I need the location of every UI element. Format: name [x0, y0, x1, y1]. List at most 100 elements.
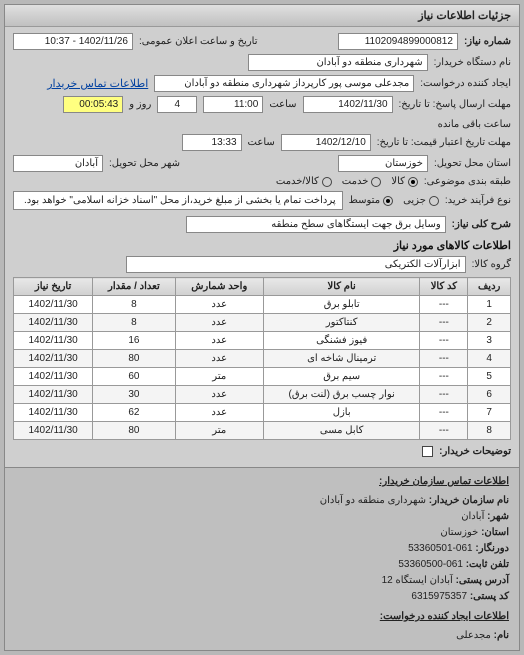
- cell-unit: عدد: [175, 314, 263, 332]
- cell-name: بازل: [263, 404, 419, 422]
- buyer-notes-checkbox[interactable]: [422, 446, 433, 457]
- ct-creator-name: مجدعلی: [456, 630, 491, 641]
- cell-n: 1: [468, 296, 511, 314]
- ct-org: شهرداری منطقه دو آبادان: [320, 495, 426, 506]
- cell-code: ---: [420, 296, 468, 314]
- cell-qty: 8: [93, 314, 175, 332]
- remain-time: 00:05:43: [63, 96, 123, 113]
- ct-postal-label: کد پستی:: [470, 591, 509, 602]
- goods-group-value: ابزارآلات الکتریکی: [126, 256, 466, 273]
- cell-date: 1402/11/30: [14, 296, 93, 314]
- table-row: 8---کابل مسیمتر801402/11/30: [14, 422, 511, 440]
- cell-qty: 80: [93, 350, 175, 368]
- table-row: 7---بازلعدد621402/11/30: [14, 404, 511, 422]
- remain-days-label: روز و: [129, 99, 151, 110]
- class-label: طبقه بندی موضوعی:: [424, 176, 511, 187]
- cell-qty: 30: [93, 386, 175, 404]
- cell-code: ---: [420, 386, 468, 404]
- cell-code: ---: [420, 368, 468, 386]
- cell-date: 1402/11/30: [14, 422, 93, 440]
- table-row: 3---فیوز فشنگیعدد161402/11/30: [14, 332, 511, 350]
- th-name: نام کالا: [263, 278, 419, 296]
- city-value: آبادان: [13, 155, 103, 172]
- ct-province-label: استان:: [481, 527, 509, 538]
- ct-fax: 061-53360501: [408, 543, 473, 554]
- announce-label: تاریخ و ساعت اعلان عمومی:: [139, 36, 258, 47]
- cell-name: نوار چسب برق (لنت برق): [263, 386, 419, 404]
- goods-group-label: گروه کالا:: [472, 259, 511, 270]
- validity-label: مهلت تاریخ اعتبار قیمت: تا تاریخ:: [377, 137, 511, 148]
- cell-n: 6: [468, 386, 511, 404]
- need-no-label: شماره نیاز:: [464, 36, 511, 47]
- cell-unit: متر: [175, 368, 263, 386]
- validity-time-label: ساعت: [248, 137, 275, 148]
- ct-address: آبادان ایستگاه 12: [382, 575, 453, 586]
- cell-name: سیم برق: [263, 368, 419, 386]
- remain-label: ساعت باقی مانده: [438, 119, 511, 130]
- deadline-date: 1402/11/30: [303, 96, 393, 113]
- cell-date: 1402/11/30: [14, 350, 93, 368]
- priority-label: نوع فرآیند خرید:: [445, 195, 511, 206]
- payment-note: پرداخت تمام یا بخشی از مبلغ خرید،از محل …: [13, 191, 343, 210]
- cell-name: تابلو برق: [263, 296, 419, 314]
- cell-qty: 8: [93, 296, 175, 314]
- cell-date: 1402/11/30: [14, 332, 93, 350]
- goods-table: ردیف کد کالا نام کالا واحد شمارش تعداد /…: [13, 277, 511, 440]
- cell-name: فیوز فشنگی: [263, 332, 419, 350]
- validity-date: 1402/12/10: [281, 134, 371, 151]
- contact-block: اطلاعات تماس سازمان خریدار: نام سازمان خ…: [5, 467, 519, 650]
- cell-qty: 80: [93, 422, 175, 440]
- cell-name: ترمینال شاخه ای: [263, 350, 419, 368]
- th-row: ردیف: [468, 278, 511, 296]
- subject-value: وسایل برق جهت ایستگاهای سطح منطقه: [186, 216, 446, 233]
- ct-address-label: آدرس پستی:: [456, 575, 509, 586]
- need-details-panel: جزئیات اطلاعات نیاز شماره نیاز: 11020948…: [4, 4, 520, 651]
- ct-fax-label: دورنگار:: [475, 543, 509, 554]
- cell-date: 1402/11/30: [14, 368, 93, 386]
- radio-medium[interactable]: متوسط: [349, 195, 393, 206]
- province-label: استان محل تحویل:: [434, 158, 511, 169]
- cell-code: ---: [420, 422, 468, 440]
- cell-date: 1402/11/30: [14, 404, 93, 422]
- ct-city: آبادان: [461, 511, 484, 522]
- cell-qty: 60: [93, 368, 175, 386]
- cell-unit: متر: [175, 422, 263, 440]
- cell-qty: 16: [93, 332, 175, 350]
- radio-minor[interactable]: جزیی: [403, 195, 439, 206]
- cell-unit: عدد: [175, 350, 263, 368]
- contact-link[interactable]: اطلاعات تماس خریدار: [47, 77, 148, 90]
- buyer-notes-label: توضیحات خریدار:: [439, 446, 511, 457]
- goods-section-title: اطلاعات کالاهای مورد نیاز: [13, 239, 511, 252]
- radio-icon: [371, 177, 381, 187]
- table-row: 1---تابلو برقعدد81402/11/30: [14, 296, 511, 314]
- panel-body: شماره نیاز: 1102094899000812 تاریخ و ساع…: [5, 27, 519, 467]
- th-qty: تعداد / مقدار: [93, 278, 175, 296]
- creator-label: ایجاد کننده درخواست:: [420, 78, 511, 89]
- ct-org-label: نام سازمان خریدار:: [429, 495, 509, 506]
- table-row: 6---نوار چسب برق (لنت برق)عدد301402/11/3…: [14, 386, 511, 404]
- radio-icon: [408, 177, 418, 187]
- radio-service[interactable]: خدمت: [342, 176, 382, 187]
- radio-both[interactable]: کالا/خدمت: [276, 176, 332, 187]
- radio-icon: [383, 196, 393, 206]
- class-radio-group: کالا خدمت کالا/خدمت: [276, 176, 418, 187]
- announce-value: 1402/11/26 - 10:37: [13, 33, 133, 50]
- deadline-time: 11:00: [203, 96, 263, 113]
- radio-icon: [322, 177, 332, 187]
- city-label: شهر محل تحویل:: [109, 158, 180, 169]
- cell-unit: عدد: [175, 332, 263, 350]
- table-row: 5---سیم برقمتر601402/11/30: [14, 368, 511, 386]
- cell-code: ---: [420, 404, 468, 422]
- cell-unit: عدد: [175, 296, 263, 314]
- cell-name: کابل مسی: [263, 422, 419, 440]
- need-no-value: 1102094899000812: [338, 33, 458, 50]
- cell-name: کنتاکتور: [263, 314, 419, 332]
- deadline-time-label: ساعت: [269, 99, 296, 110]
- radio-goods[interactable]: کالا: [391, 176, 418, 187]
- ct-creator-name-label: نام:: [494, 630, 509, 641]
- ct-postal: 6315975357: [411, 591, 467, 602]
- cell-date: 1402/11/30: [14, 386, 93, 404]
- cell-n: 4: [468, 350, 511, 368]
- validity-time: 13:33: [182, 134, 242, 151]
- cell-qty: 62: [93, 404, 175, 422]
